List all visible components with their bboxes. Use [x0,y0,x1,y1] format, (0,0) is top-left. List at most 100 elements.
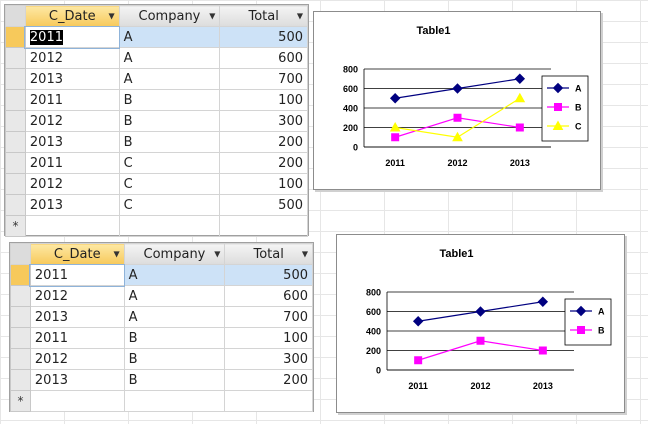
cell-total[interactable]: 300 [224,348,313,370]
cell-company[interactable]: C [118,152,221,174]
cell-company[interactable]: A [118,26,221,48]
table-row[interactable]: 2013 B 200 [5,131,308,153]
cell-company[interactable]: B [123,369,226,391]
record-selector[interactable] [10,369,31,391]
cell-c-date[interactable]: 2012 [24,173,120,195]
cell-c-date[interactable]: 2011 [29,263,126,287]
record-selector[interactable] [10,285,31,307]
cell-c-date[interactable]: 2012 [29,285,125,307]
cell-total[interactable]: 100 [224,327,313,349]
table-row[interactable]: 2011 B 100 [5,89,308,111]
chevron-down-icon[interactable]: ▼ [209,12,215,21]
table-row[interactable]: 2011 B 100 [10,327,313,349]
select-all-corner[interactable] [5,5,26,27]
table-row[interactable]: 2011 A 500 [10,263,313,287]
cell-total[interactable]: 500 [219,194,308,216]
cell-company[interactable]: A [118,68,221,90]
cell-company[interactable] [123,390,226,412]
cell-total[interactable]: 200 [224,369,313,391]
table-row[interactable]: 2011 C 200 [5,152,308,174]
cell-total[interactable]: 700 [224,306,313,328]
cell-company[interactable]: A [123,285,226,307]
cell-total[interactable]: 300 [219,110,308,132]
cell-total[interactable]: 200 [219,152,308,174]
chevron-down-icon[interactable]: ▼ [302,250,308,259]
cell-c-date[interactable]: 2012 [24,110,120,132]
chart-bottom[interactable]: Table1 0 200 400 600 800 2011 2012 2013 A B [336,234,625,413]
select-all-corner[interactable] [10,243,31,265]
cell-company[interactable]: B [123,348,226,370]
cell-company[interactable]: C [118,173,221,195]
y-tick-label: 400 [366,327,381,337]
record-selector[interactable] [5,110,26,132]
cell-c-date[interactable]: 2012 [29,348,125,370]
new-record-row[interactable]: * [5,215,308,237]
table-row[interactable]: 2012 B 300 [5,110,308,132]
table-row[interactable]: 2013 C 500 [5,194,308,216]
cell-total[interactable] [219,215,308,237]
record-selector[interactable] [5,89,26,111]
table-row[interactable]: 2012 B 300 [10,348,313,370]
cell-c-date[interactable]: 2013 [24,68,120,90]
cell-total[interactable]: 100 [219,173,308,195]
record-selector[interactable] [10,327,31,349]
chevron-down-icon[interactable]: ▼ [297,12,303,21]
column-header-company[interactable]: Company ▼ [118,5,221,27]
cell-c-date[interactable]: 2013 [24,194,120,216]
cell-c-date[interactable]: 2011 [29,327,125,349]
table-row[interactable]: 2013 A 700 [10,306,313,328]
cell-company[interactable]: A [123,306,226,328]
new-record-row[interactable]: * [10,390,313,412]
cell-c-date[interactable]: 2012 [24,47,120,69]
cell-company[interactable]: C [118,194,221,216]
cell-company[interactable]: B [118,110,221,132]
cell-total[interactable]: 100 [219,89,308,111]
cell-total[interactable]: 500 [224,264,313,286]
cell-c-date[interactable]: 2011 [24,89,120,111]
cell-total[interactable]: 700 [219,68,308,90]
cell-company[interactable] [118,215,221,237]
cell-company[interactable]: B [118,131,221,153]
column-header-company[interactable]: Company ▼ [123,243,226,265]
cell-total[interactable]: 600 [224,285,313,307]
record-selector[interactable] [5,194,26,216]
cell-c-date[interactable]: 2013 [24,131,120,153]
chevron-down-icon[interactable]: ▼ [113,250,119,259]
record-selector[interactable] [10,348,31,370]
cell-c-date[interactable]: 2011 [24,25,121,49]
cell-company[interactable]: A [118,47,221,69]
cell-total[interactable]: 600 [219,47,308,69]
cell-c-date[interactable]: 2013 [29,306,125,328]
record-selector[interactable] [5,26,26,48]
column-header-c-date[interactable]: C_Date ▼ [24,5,120,27]
cell-c-date[interactable] [29,390,125,412]
table-row[interactable]: 2013 B 200 [10,369,313,391]
table-row[interactable]: 2012 A 600 [5,47,308,69]
record-selector[interactable] [5,173,26,195]
table-row[interactable]: 2012 C 100 [5,173,308,195]
record-selector[interactable] [5,68,26,90]
chevron-down-icon[interactable]: ▼ [214,250,220,259]
cell-c-date[interactable]: 2013 [29,369,125,391]
cell-total[interactable]: 500 [219,26,308,48]
chevron-down-icon[interactable]: ▼ [108,12,114,21]
column-header-total[interactable]: Total ▼ [224,243,313,265]
cell-total[interactable]: 200 [219,131,308,153]
cell-total[interactable] [224,390,313,412]
record-selector[interactable] [10,306,31,328]
cell-company[interactable]: B [118,89,221,111]
record-selector[interactable] [5,47,26,69]
chart-top[interactable]: Table1 0 200 400 600 800 2011 2012 2013 A B C [313,11,601,190]
record-selector[interactable] [5,131,26,153]
cell-company[interactable]: A [123,264,226,286]
column-header-c-date[interactable]: C_Date ▼ [29,243,125,265]
record-selector[interactable] [10,264,31,286]
record-selector[interactable] [5,152,26,174]
column-header-total[interactable]: Total ▼ [219,5,308,27]
cell-company[interactable]: B [123,327,226,349]
table-row[interactable]: 2011 A 500 [5,25,308,49]
table-row[interactable]: 2012 A 600 [10,285,313,307]
cell-c-date[interactable]: 2011 [24,152,120,174]
cell-c-date[interactable] [24,215,120,237]
table-row[interactable]: 2013 A 700 [5,68,308,90]
